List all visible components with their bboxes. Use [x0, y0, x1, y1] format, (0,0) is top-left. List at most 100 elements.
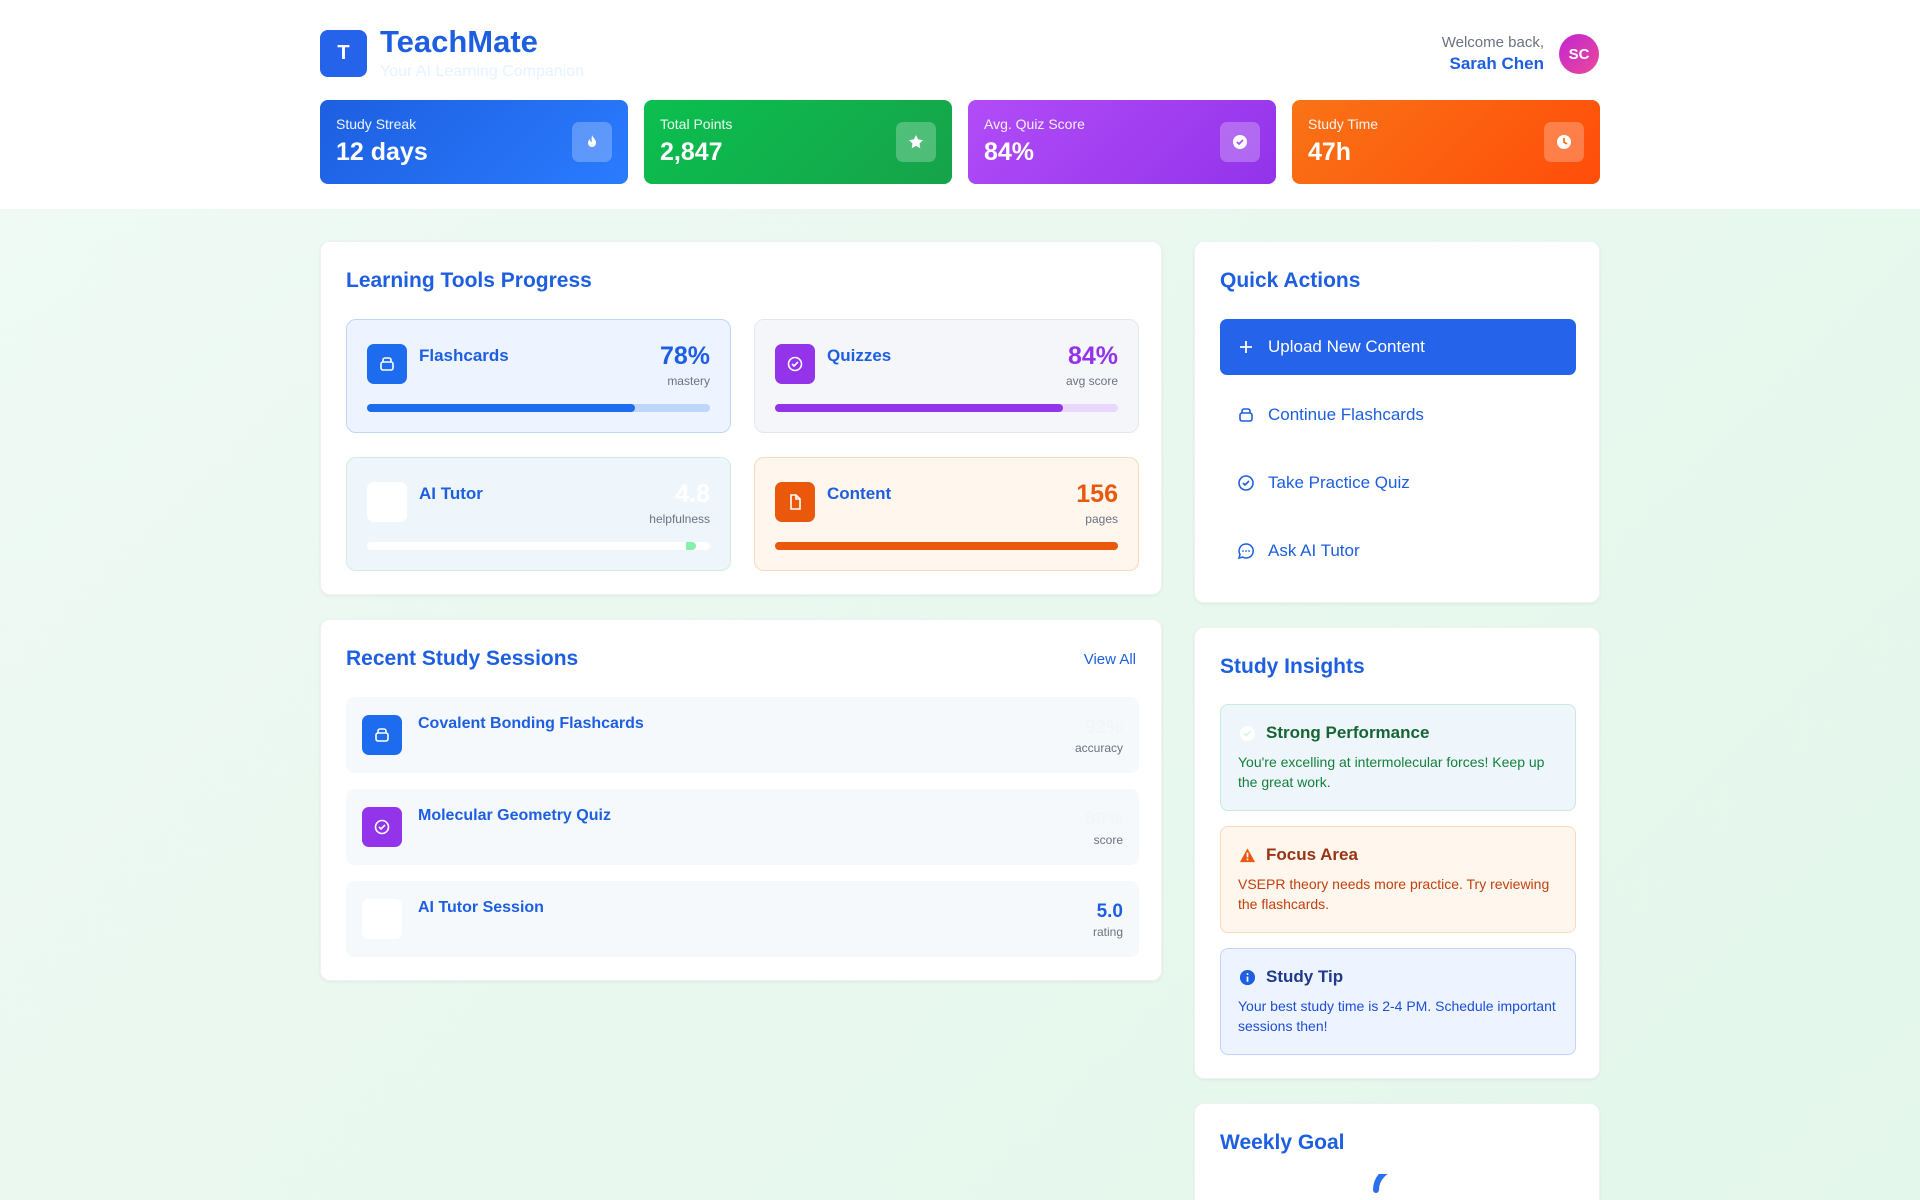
- session-value: 80%: [1084, 809, 1123, 830]
- check-circle-icon: [1236, 474, 1256, 492]
- tool-value: 78%: [659, 342, 710, 370]
- tool-value: 156: [1076, 480, 1118, 508]
- header: T TeachMate Your AI Learning Companion W…: [0, 0, 1920, 209]
- section-title: Learning Tools Progress: [346, 269, 592, 292]
- take-practice-quiz-button[interactable]: Take Practice Quiz: [1220, 455, 1576, 511]
- session-name: AI Tutor Session: [418, 899, 544, 916]
- session-row[interactable]: Covalent Bonding Flashcards 92% accuracy: [346, 697, 1139, 773]
- clock-icon: [1544, 122, 1584, 162]
- study-insights-card: Study Insights Strong Performance You're…: [1194, 627, 1600, 1079]
- section-title: Recent Study Sessions: [346, 647, 579, 670]
- session-name: Molecular Geometry Quiz: [418, 807, 611, 824]
- flashcards-icon: [362, 715, 402, 755]
- progress-track: [367, 542, 710, 550]
- stat-card-total-points: Total Points 2,847: [644, 100, 952, 184]
- action-label: Continue Flashcards: [1268, 405, 1424, 424]
- tool-name: Flashcards: [419, 346, 509, 365]
- quick-actions-card: Quick Actions Upload New Content Continu…: [1194, 241, 1600, 603]
- session-unit: accuracy: [1074, 741, 1123, 755]
- app-title: TeachMate: [380, 24, 538, 59]
- tool-ai-tutor[interactable]: AI Tutor 4.8 helpfulness: [346, 457, 731, 571]
- user-name[interactable]: Sarah Chen: [1450, 54, 1544, 74]
- insight-header: Focus Area: [1238, 845, 1558, 865]
- upload-content-button[interactable]: Upload New Content: [1220, 319, 1576, 375]
- tool-unit: pages: [1085, 512, 1118, 526]
- star-icon: [896, 122, 936, 162]
- stat-label: Avg. Quiz Score: [984, 116, 1085, 132]
- session-value: 92%: [1084, 717, 1123, 738]
- section-title: Weekly Goal: [1220, 1131, 1345, 1154]
- document-icon: [775, 482, 815, 522]
- tool-content[interactable]: Content 156 pages: [754, 457, 1139, 571]
- tool-unit: helpfulness: [649, 512, 710, 526]
- insight-title: Focus Area: [1266, 845, 1358, 864]
- progress-fill: [367, 542, 697, 550]
- progress-track: [775, 542, 1118, 550]
- avatar[interactable]: SC: [1559, 34, 1599, 74]
- stat-value: 12 days: [336, 138, 428, 166]
- tool-flashcards[interactable]: Flashcards 78% mastery: [346, 319, 731, 433]
- insight-header: Strong Performance: [1238, 723, 1558, 743]
- quiz-check-icon: [775, 344, 815, 384]
- insight-title: Strong Performance: [1266, 723, 1430, 742]
- session-row[interactable]: AI Tutor Session 5.0 rating: [346, 881, 1139, 957]
- tool-quizzes[interactable]: Quizzes 84% avg score: [754, 319, 1139, 433]
- weekly-goal-card: Weekly Goal: [1194, 1103, 1600, 1200]
- warning-icon: [1238, 846, 1256, 864]
- insight-body: VSEPR theory needs more practice. Try re…: [1238, 876, 1550, 912]
- insight-focus-area: Focus Area VSEPR theory needs more pract…: [1220, 826, 1576, 933]
- progress-track: [775, 404, 1118, 412]
- tool-name: Content: [827, 484, 892, 503]
- stat-value: 2,847: [660, 138, 723, 166]
- progress-fill: [775, 404, 1064, 412]
- tool-unit: mastery: [667, 374, 710, 388]
- section-title: Study Insights: [1220, 655, 1365, 678]
- view-all-link[interactable]: View All: [1084, 651, 1136, 668]
- check-circle-icon: [1238, 724, 1256, 742]
- ai-tutor-icon: [362, 899, 402, 939]
- session-row[interactable]: Molecular Geometry Quiz 80% score: [346, 789, 1139, 865]
- session-name: Covalent Bonding Flashcards: [418, 715, 644, 732]
- insight-title: Study Tip: [1266, 967, 1344, 986]
- insight-body: Your best study time is 2-4 PM. Schedule…: [1238, 998, 1556, 1034]
- action-label: Ask AI Tutor: [1268, 541, 1360, 560]
- tool-unit: avg score: [1065, 374, 1118, 388]
- flashcards-icon: [1236, 406, 1256, 424]
- logo-icon[interactable]: T: [320, 30, 367, 77]
- plus-icon: [1236, 339, 1256, 355]
- session-unit: rating: [1092, 925, 1123, 939]
- insight-study-tip: Study Tip Your best study time is 2-4 PM…: [1220, 948, 1576, 1055]
- session-unit: score: [1093, 833, 1123, 847]
- info-icon: [1238, 968, 1256, 986]
- learning-tools-card: Learning Tools Progress Flashcards 78% m…: [320, 241, 1162, 595]
- stat-value: 47h: [1308, 138, 1352, 166]
- flashcards-icon: [367, 344, 407, 384]
- app-subtitle: Your AI Learning Companion: [380, 63, 584, 80]
- section-title: Quick Actions: [1220, 269, 1361, 292]
- stat-label: Study Time: [1308, 116, 1379, 132]
- insight-header: Study Tip: [1238, 967, 1558, 987]
- ai-tutor-icon: [367, 482, 407, 522]
- quiz-check-icon: [362, 807, 402, 847]
- welcome-text: Welcome back,: [1441, 34, 1544, 51]
- stat-card-avg-quiz-score: Avg. Quiz Score 84%: [968, 100, 1276, 184]
- tool-name: Quizzes: [827, 346, 892, 365]
- action-label: Take Practice Quiz: [1268, 473, 1410, 492]
- action-label: Upload New Content: [1268, 337, 1425, 356]
- progress-track: [367, 404, 710, 412]
- recent-sessions-card: Recent Study Sessions View All Covalent …: [320, 619, 1162, 981]
- insight-body: You're excelling at intermolecular force…: [1238, 754, 1545, 790]
- stat-label: Total Points: [660, 116, 733, 132]
- ask-ai-tutor-button[interactable]: Ask AI Tutor: [1220, 523, 1576, 579]
- continue-flashcards-button[interactable]: Continue Flashcards: [1220, 387, 1576, 443]
- session-value: 5.0: [1096, 901, 1123, 922]
- progress-fill: [367, 404, 635, 412]
- stat-value: 84%: [984, 138, 1035, 166]
- weekly-goal-progress-ring: [1373, 1174, 1423, 1193]
- insight-strong-performance: Strong Performance You're excelling at i…: [1220, 704, 1576, 811]
- stat-card-study-time: Study Time 47h: [1292, 100, 1600, 184]
- stat-card-study-streak: Study Streak 12 days: [320, 100, 628, 184]
- stat-label: Study Streak: [336, 116, 417, 132]
- chat-bubble-icon: [1236, 542, 1256, 560]
- badge-check-icon: [1220, 122, 1260, 162]
